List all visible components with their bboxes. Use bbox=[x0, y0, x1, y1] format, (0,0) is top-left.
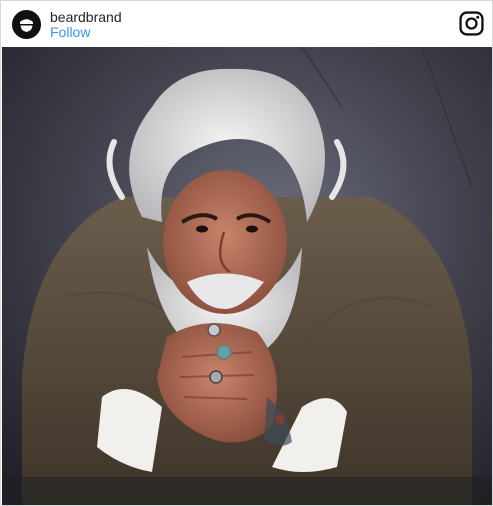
instagram-icon[interactable] bbox=[459, 11, 484, 36]
username-link[interactable]: beardbrand bbox=[50, 10, 122, 25]
portrait-illustration bbox=[2, 47, 492, 505]
post-photo[interactable] bbox=[2, 47, 492, 505]
instagram-embed-card: beardbrand Follow bbox=[0, 0, 493, 506]
post-header: beardbrand Follow bbox=[1, 1, 492, 47]
avatar[interactable] bbox=[12, 10, 41, 39]
account-info: beardbrand Follow bbox=[50, 10, 122, 40]
beardbrand-logo-icon bbox=[15, 13, 38, 36]
follow-button[interactable]: Follow bbox=[50, 25, 122, 40]
